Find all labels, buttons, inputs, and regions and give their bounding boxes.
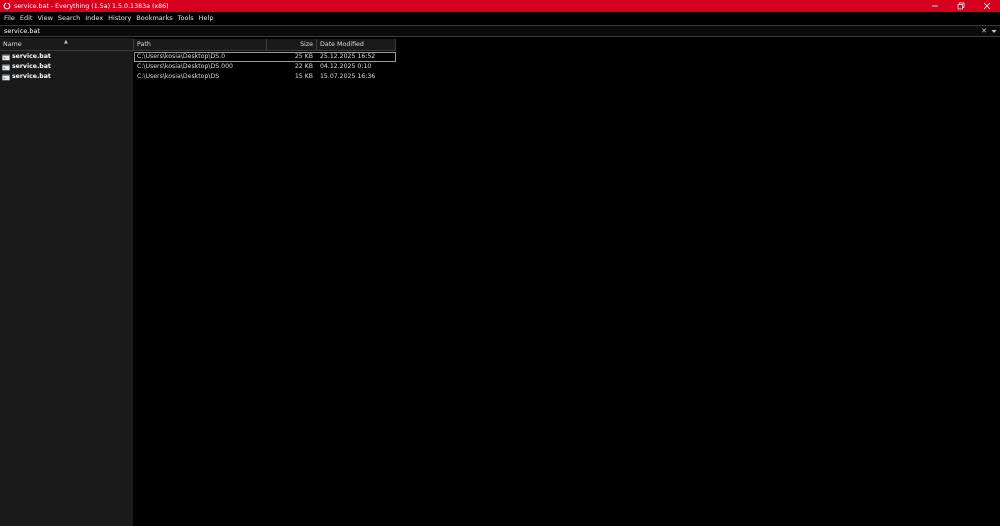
result-date: 25.12.2025 16:52 [317, 52, 396, 62]
column-date-header[interactable]: Date Modified [317, 39, 396, 51]
minimize-icon [932, 5, 938, 7]
menu-history[interactable]: History [106, 12, 133, 24]
table-row[interactable]: service.bat C:\Users\kosia\Desktop\DS 15… [0, 72, 1000, 82]
restore-icon [957, 2, 965, 10]
search-input[interactable] [0, 26, 978, 36]
result-name-cell: service.bat [0, 72, 134, 82]
result-name: service.bat [12, 63, 51, 70]
result-path: C:\Users\kosia\Desktop\DS [137, 73, 220, 80]
everything-app-icon [3, 2, 11, 10]
column-path-label: Path [137, 41, 151, 48]
column-header: Name ▲ Path Size Date Modified [0, 39, 396, 51]
close-button[interactable] [974, 0, 1000, 12]
menu-bar: File Edit View Search Index History Book… [0, 12, 1000, 24]
menu-index[interactable]: Index [83, 12, 105, 24]
batch-file-icon [2, 54, 10, 60]
close-icon [983, 2, 991, 10]
result-date: 04.12.2025 0:10 [320, 63, 372, 70]
result-size: 22 KB [294, 63, 313, 70]
result-name-cell: service.bat [0, 62, 134, 72]
search-history-dropdown[interactable] [990, 26, 998, 36]
title-bar[interactable]: service.bat - Everything (1.5a) 1.5.0.13… [0, 0, 1000, 12]
sort-ascending-icon: ▲ [64, 39, 68, 45]
result-name: service.bat [12, 73, 51, 80]
table-row[interactable]: service.bat C:\Users\kosia\Desktop\DS.0 … [0, 52, 1000, 62]
menu-tools[interactable]: Tools [176, 12, 196, 24]
column-date-label: Date Modified [320, 41, 364, 48]
minimize-button[interactable] [922, 0, 948, 12]
window-title: service.bat - Everything (1.5a) 1.5.0.13… [14, 2, 169, 10]
menu-search[interactable]: Search [56, 12, 82, 24]
chevron-down-icon [991, 29, 997, 33]
column-path-header[interactable]: Path [134, 39, 267, 51]
column-size-header[interactable]: Size [267, 39, 317, 51]
search-bar: ✕ [0, 25, 1000, 37]
result-path: C:\Users\kosia\Desktop\DS.0 [134, 52, 267, 62]
window-controls [922, 0, 1000, 12]
batch-file-icon [2, 74, 10, 80]
clear-search-icon[interactable]: ✕ [980, 26, 988, 36]
batch-file-icon [2, 64, 10, 70]
column-name-header[interactable]: Name ▲ [0, 39, 134, 51]
result-size: 15 KB [294, 73, 313, 80]
result-size: 25 KB [267, 52, 317, 62]
results-list: service.bat C:\Users\kosia\Desktop\DS.0 … [0, 52, 1000, 82]
menu-file[interactable]: File [2, 12, 17, 24]
menu-bookmarks[interactable]: Bookmarks [134, 12, 174, 24]
result-path: C:\Users\kosia\Desktop\DS.000 [137, 63, 233, 70]
result-name: service.bat [12, 53, 51, 60]
column-size-label: Size [300, 41, 313, 48]
restore-button[interactable] [948, 0, 974, 12]
menu-help[interactable]: Help [197, 12, 216, 24]
column-name-label: Name [3, 41, 22, 48]
menu-view[interactable]: View [35, 12, 54, 24]
result-name-cell: service.bat [0, 52, 134, 62]
name-column-panel [0, 38, 133, 526]
menu-edit[interactable]: Edit [18, 12, 35, 24]
table-row[interactable]: service.bat C:\Users\kosia\Desktop\DS.00… [0, 62, 1000, 72]
result-date: 15.07.2025 16:36 [320, 73, 376, 80]
